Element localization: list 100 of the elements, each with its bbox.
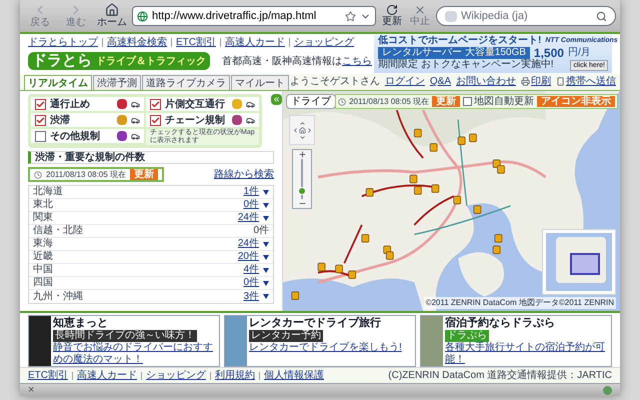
- dropdown-icon: [263, 294, 269, 299]
- ad-campaign: 期間限定 おトクなキャンペーン実施中!: [378, 59, 554, 71]
- filter-option[interactable]: チェーン規制: [146, 113, 259, 127]
- count-link[interactable]: 24件: [238, 212, 269, 224]
- bookmark-star-icon[interactable]: [345, 10, 356, 22]
- pan-control[interactable]: [289, 115, 315, 145]
- route-search-link[interactable]: 路線から検索: [214, 167, 274, 182]
- checkbox[interactable]: [150, 98, 161, 110]
- auto-update-option[interactable]: 地図自動更新: [463, 94, 534, 109]
- tab[interactable]: マイルート: [231, 75, 289, 90]
- pan-down-icon[interactable]: [298, 134, 306, 140]
- drive-button[interactable]: ドライブ: [286, 94, 336, 109]
- region-label: 信越・北陸: [33, 225, 84, 237]
- user-link[interactable]: 携帯へ送信: [556, 74, 616, 89]
- phone-icon: [556, 77, 565, 86]
- map-copyright: ©2011 ZENRIN DataCom 地図データ©2011 ZENRIN: [424, 297, 616, 309]
- count-link[interactable]: 1件: [243, 186, 269, 198]
- checkbox[interactable]: [463, 97, 472, 106]
- search-icon[interactable]: [596, 10, 607, 22]
- checkbox[interactable]: [35, 130, 46, 142]
- footer-credit: (C)ZENRIN DataCom 道路交通情報提供：JARTIC: [388, 368, 612, 383]
- photo-placeholder: [225, 316, 247, 366]
- stop-icon: [414, 4, 426, 16]
- count-link[interactable]: 0件: [243, 277, 269, 289]
- promo-tag: レンタカー予約: [249, 330, 323, 342]
- promo-banner[interactable]: レンタカーでドライブ旅行 レンタカー予約 レンタカーでドライブを楽しもう!: [224, 315, 416, 367]
- dropdown-icon: [263, 216, 269, 220]
- user-link[interactable]: ログイン: [384, 74, 425, 89]
- region-label: 北海道: [33, 186, 64, 198]
- home-icon[interactable]: [298, 126, 306, 134]
- filter-option[interactable]: 通行止め: [31, 97, 144, 111]
- promo-text: 静音でお悩みのドライバーにおすすめの魔法のマット！: [53, 342, 214, 366]
- dropdown-icon: [263, 254, 269, 260]
- zoom-thumb[interactable]: [298, 187, 306, 195]
- search-input[interactable]: Wikipedia (ja): [461, 8, 592, 24]
- checkbox[interactable]: [35, 98, 46, 110]
- promo-tag: ドラぷら: [445, 330, 489, 342]
- tab[interactable]: 道路ライブカメラ: [142, 75, 230, 90]
- dropdown-icon: [263, 202, 269, 208]
- user-link[interactable]: 印刷: [521, 74, 551, 89]
- dropdown-icon: [263, 242, 269, 246]
- count-link[interactable]: 0件: [243, 199, 269, 211]
- user-link[interactable]: Q&A: [430, 74, 451, 89]
- nav-button[interactable]: ホーム: [96, 3, 128, 29]
- printer-icon: [521, 77, 530, 86]
- filter-option[interactable]: 片側交互通行: [146, 97, 259, 111]
- overview-map[interactable]: [542, 229, 616, 295]
- count-link[interactable]: 4件: [243, 264, 269, 276]
- status-icon: [603, 386, 612, 394]
- header-link[interactable]: ETC割引: [176, 35, 216, 50]
- car-icon: [246, 100, 255, 108]
- tab[interactable]: リアルタイム: [24, 75, 92, 90]
- pan-up-icon[interactable]: [298, 120, 306, 126]
- user-link[interactable]: お問い合わせ: [456, 74, 516, 89]
- zoom-control[interactable]: [292, 149, 312, 209]
- ad-price: 1,500: [534, 47, 564, 59]
- photo-placeholder: [29, 316, 51, 366]
- url-text: http://www.drivetraffic.jp/map.html: [152, 8, 318, 24]
- toolbar-button[interactable]: 更新: [380, 4, 404, 28]
- notice-link[interactable]: こちら: [342, 56, 372, 66]
- filter-option[interactable]: 渋滞: [31, 113, 144, 127]
- count-link[interactable]: 24件: [238, 238, 269, 250]
- promo-banner[interactable]: 知恵まっと 長時間ドライブの強～い味方！ 静音でお悩みのドライバーにおすすめの魔法のマット！: [28, 315, 220, 367]
- site-logo: ドラとら ドライブ＆トラフィック: [28, 52, 210, 70]
- footer-link[interactable]: 利用規約: [215, 368, 255, 383]
- footer-link[interactable]: 高速人カード: [77, 368, 137, 383]
- photo-placeholder: [421, 316, 443, 366]
- count-value: 0件: [253, 225, 269, 237]
- footer-link[interactable]: ショッピング: [146, 368, 206, 383]
- pan-left-icon[interactable]: [292, 126, 298, 134]
- viewport-frame[interactable]: [570, 253, 600, 275]
- pan-right-icon[interactable]: [306, 126, 312, 134]
- search-field[interactable]: Wikipedia (ja): [436, 6, 616, 26]
- map-view[interactable]: ドライブ 2011/08/13 08:05 現在 更新 地図自動更新 アイコン非表示 ©2011 ZENRIN DataCom 地図データ©2011 ZENRIN: [282, 91, 620, 311]
- car-icon: [246, 116, 255, 124]
- count-link[interactable]: 20件: [238, 251, 269, 263]
- footer-link[interactable]: 個人情報保護: [264, 368, 324, 383]
- promo-banner[interactable]: 宿泊予約ならドラぷら ドラぷら 各種大手旅行サイトの宿泊予約が可能！: [420, 315, 612, 367]
- clock-icon: [338, 98, 346, 106]
- zoom-in-icon[interactable]: [298, 150, 306, 159]
- region-label: 東北: [33, 199, 54, 211]
- header-link[interactable]: 高速料金検索: [107, 35, 167, 50]
- ad-product: レンタルサーバー 大容量150GB: [378, 47, 530, 59]
- footer-link[interactable]: ETC割引: [28, 368, 68, 383]
- checkbox[interactable]: [35, 114, 46, 126]
- url-field[interactable]: http://www.drivetraffic.jp/map.html: [132, 6, 376, 26]
- header-link[interactable]: 高速人カード: [225, 35, 285, 50]
- close-bar-button[interactable]: ×: [28, 384, 34, 396]
- tab[interactable]: 渋滞予測: [93, 75, 141, 90]
- filter-option[interactable]: その他規制: [31, 129, 144, 143]
- promo-tag: 長時間ドライブの強～い味方！: [53, 330, 197, 342]
- promo-title: 宿泊予約ならドラぷら: [445, 316, 556, 330]
- promo-text: 各種大手旅行サイトの宿泊予約が可能！: [445, 342, 606, 366]
- checkbox[interactable]: [150, 114, 161, 126]
- region-label: 関東: [33, 212, 54, 224]
- promo-title: レンタカーでドライブ旅行: [249, 316, 382, 330]
- header-link[interactable]: ショッピング: [294, 35, 354, 50]
- header-link[interactable]: ドラとらトップ: [28, 35, 98, 50]
- car-icon: [131, 132, 140, 140]
- count-link[interactable]: 3件: [243, 290, 269, 302]
